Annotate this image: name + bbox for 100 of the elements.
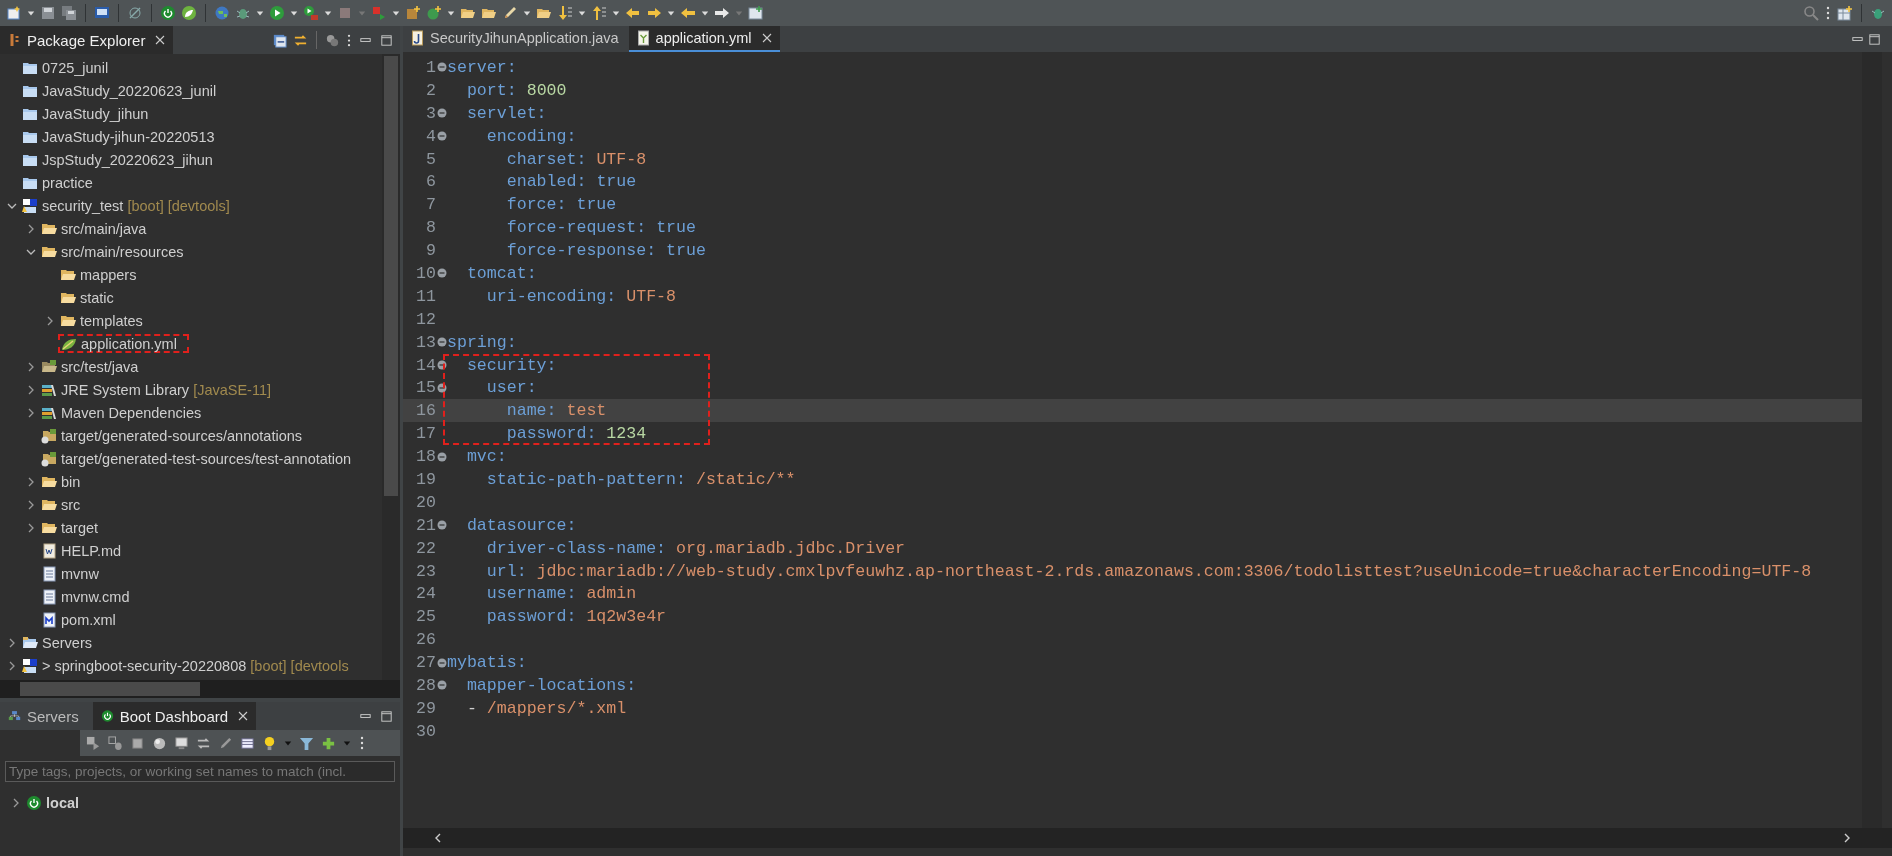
tree-item[interactable]: Maven Dependencies: [61, 404, 202, 421]
next-annotation-icon[interactable]: [557, 5, 573, 21]
scrollbar[interactable]: [1862, 52, 1882, 828]
pen-icon[interactable]: [218, 735, 233, 751]
forward-edit-icon[interactable]: [646, 5, 662, 21]
tree-item[interactable]: JavaStudy_20220623_junil: [42, 82, 217, 99]
filter-field[interactable]: Type tags, projects, or working set names to match (incl.: [5, 761, 395, 782]
tree-item[interactable]: security_test: [42, 197, 124, 214]
line-number: 10: [416, 263, 436, 283]
more-icon[interactable]: [346, 32, 352, 48]
sphere-icon[interactable]: [152, 735, 167, 751]
tree-item[interactable]: 0725_junil: [42, 59, 109, 76]
view-tab[interactable]: Servers: [0, 702, 87, 730]
leaf-icon[interactable]: [181, 5, 197, 21]
last-edit-icon[interactable]: [625, 5, 641, 21]
tree-item[interactable]: pom.xml: [61, 611, 116, 628]
fold-icon[interactable]: [437, 62, 447, 73]
new-class-icon[interactable]: [426, 5, 442, 21]
tree-item[interactable]: src: [61, 496, 81, 513]
fold-icon[interactable]: [437, 268, 447, 279]
relaunch-icon[interactable]: [86, 735, 101, 751]
more-icon[interactable]: [358, 735, 366, 751]
tree-item[interactable]: JspStudy_20220623_jihun: [42, 151, 213, 168]
bulb-icon[interactable]: [262, 735, 277, 751]
editor-tab[interactable]: application.yml: [628, 26, 780, 52]
table-icon[interactable]: [240, 735, 255, 751]
close-icon[interactable]: [238, 711, 249, 721]
fold-icon[interactable]: [437, 451, 447, 462]
scrollbar[interactable]: [382, 54, 400, 680]
power-icon[interactable]: [160, 5, 176, 21]
folder-icon: [41, 358, 57, 375]
line-number: 1: [426, 57, 436, 77]
tree-item[interactable]: Servers: [42, 634, 92, 651]
add-icon[interactable]: [321, 735, 336, 751]
tree-item[interactable]: springboot-security-20220808: [54, 657, 247, 674]
save-icon[interactable]: [40, 5, 56, 21]
tree-item[interactable]: HELP.md: [61, 542, 122, 559]
open-perspective-icon[interactable]: [748, 5, 764, 21]
tree-item[interactable]: bin: [61, 473, 81, 490]
skip-breakpoints-icon[interactable]: [127, 5, 143, 21]
pen-icon[interactable]: [502, 5, 518, 21]
tree-item[interactable]: mvnw: [61, 565, 99, 582]
tree-item[interactable]: application.yml: [81, 335, 177, 352]
save-all-icon[interactable]: [61, 5, 77, 21]
fold-icon[interactable]: [437, 382, 447, 393]
tree-item[interactable]: local: [46, 794, 80, 811]
fold-icon[interactable]: [437, 131, 447, 142]
tree-item[interactable]: JavaStudy-jihun-20220513: [42, 128, 215, 145]
maximize-icon[interactable]: [379, 32, 394, 48]
yaml-key: spring:: [447, 332, 517, 352]
project-tags: [boot] [devtools]: [127, 197, 230, 214]
tree-item[interactable]: templates: [80, 312, 143, 329]
close-icon[interactable]: [761, 33, 772, 43]
debug-icon[interactable]: [108, 735, 123, 751]
new-file-icon[interactable]: [6, 5, 22, 21]
fold-icon[interactable]: [437, 108, 447, 119]
scrollbar[interactable]: [403, 828, 1892, 848]
tree-item[interactable]: src/main/resources: [61, 243, 184, 260]
back-arrow-icon[interactable]: [680, 5, 696, 21]
tree-item[interactable]: mvnw.cmd: [61, 588, 130, 605]
scroll-left-icon[interactable]: [433, 833, 443, 843]
tree-item[interactable]: static: [80, 289, 114, 306]
filter-icon[interactable]: [325, 32, 340, 48]
tree-item[interactable]: src/main/java: [61, 220, 147, 237]
fold-icon[interactable]: [437, 360, 447, 370]
run-server-icon[interactable]: [303, 5, 319, 21]
globe-icon[interactable]: [214, 5, 230, 21]
console-icon[interactable]: [174, 735, 189, 751]
tree-item[interactable]: target/generated-test-sources/test-annotation: [61, 450, 352, 467]
editor-tab[interactable]: SecurityJihunApplication.java: [403, 26, 627, 52]
tree-item[interactable]: target/generated-sources/annotations: [61, 427, 303, 444]
maximize-icon[interactable]: [379, 708, 394, 724]
tree-item[interactable]: src/test/java: [61, 358, 139, 375]
view-tab[interactable]: Boot Dashboard: [92, 702, 257, 730]
view-tab[interactable]: Package Explorer: [0, 26, 174, 54]
fold-icon[interactable]: [437, 680, 447, 691]
more-icon[interactable]: [1824, 5, 1832, 21]
scrollbar[interactable]: [0, 680, 400, 698]
yaml-key: force-response:: [447, 241, 657, 261]
package-icon[interactable]: [405, 5, 421, 21]
forward-arrow-icon[interactable]: [714, 5, 730, 21]
scroll-right-icon[interactable]: [1842, 833, 1852, 843]
tree-item[interactable]: JRE System Library: [61, 381, 190, 398]
tree-item[interactable]: mappers: [80, 266, 137, 283]
maximize-icon[interactable]: [1867, 31, 1882, 47]
fold-icon[interactable]: [437, 337, 447, 348]
tree-item[interactable]: target: [61, 519, 99, 536]
perspective-icon[interactable]: [1837, 5, 1853, 21]
stop-icon[interactable]: [130, 735, 145, 751]
tree-item[interactable]: JavaStudy_jihun: [42, 105, 149, 122]
close-icon[interactable]: [155, 35, 166, 45]
tree-item[interactable]: practice: [42, 174, 93, 191]
terminal-icon[interactable]: [94, 5, 110, 21]
fold-icon[interactable]: [437, 520, 447, 531]
filter-icon[interactable]: [299, 735, 314, 751]
collapse-all-icon[interactable]: [272, 32, 287, 48]
run-icon[interactable]: [269, 5, 285, 21]
previous-annotation-icon[interactable]: [591, 5, 607, 21]
line-number: 9: [426, 241, 436, 261]
fold-icon[interactable]: [437, 657, 447, 668]
